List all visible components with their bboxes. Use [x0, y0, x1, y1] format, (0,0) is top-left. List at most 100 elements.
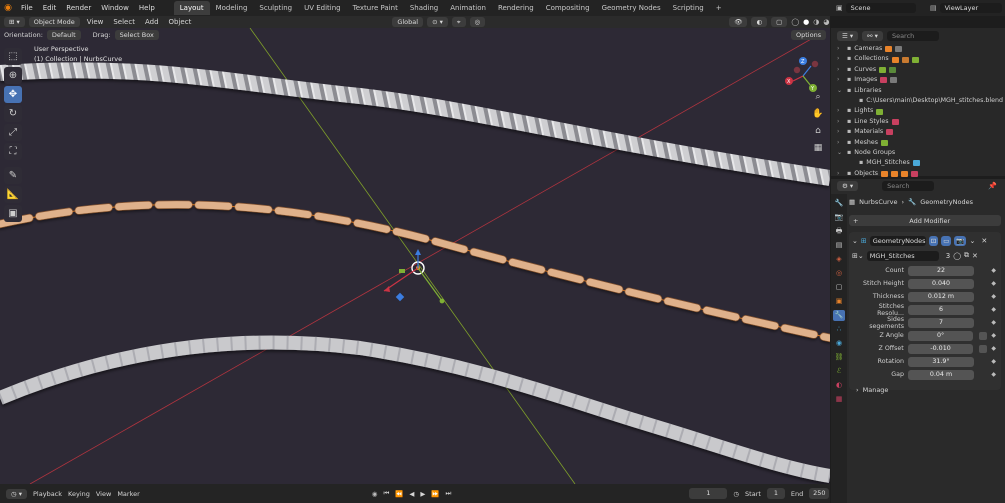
constraints-tab-icon[interactable]: ⛓: [833, 352, 845, 363]
tab-uv-editing[interactable]: UV Editing: [298, 1, 347, 15]
datablock-icon[interactable]: [901, 56, 909, 63]
expand-chevron-right-icon[interactable]: ›: [837, 106, 844, 116]
jump-end-icon[interactable]: ⏭: [446, 489, 452, 498]
keyframe-dot-icon[interactable]: ◆: [991, 358, 996, 365]
outliner-editor-icon[interactable]: ☰ ▾: [837, 31, 859, 41]
datablock-icon[interactable]: [901, 170, 909, 177]
navigation-gizmo[interactable]: Z X Y: [785, 57, 819, 92]
end-frame-field[interactable]: 250: [809, 488, 830, 499]
outliner-row[interactable]: › ▪ Curves: [831, 65, 1005, 75]
outliner-row[interactable]: ▪ MGH_Stitches: [831, 158, 1005, 168]
expand-chevron-right-icon[interactable]: ›: [837, 54, 844, 64]
output-tab-icon[interactable]: 🖶: [833, 226, 845, 237]
editor-type-dropdown[interactable]: ⊞ ▾: [4, 17, 25, 27]
play-icon[interactable]: ▶: [420, 490, 425, 498]
input-value-field[interactable]: 31.9°: [908, 356, 974, 367]
object-tab-icon[interactable]: ▣: [833, 296, 845, 307]
keyframe-dot-icon[interactable]: ◆: [991, 293, 996, 300]
transform-orientation-dropdown[interactable]: Global: [392, 17, 424, 27]
render-tab-icon[interactable]: 📷: [833, 212, 845, 223]
datablock-icon[interactable]: [891, 118, 899, 125]
datablock-icon[interactable]: [911, 170, 919, 177]
expand-chevron-right-icon[interactable]: ›: [837, 75, 844, 85]
tab-layout[interactable]: Layout: [173, 1, 210, 15]
marker-menu[interactable]: Marker: [117, 490, 139, 498]
3d-viewport[interactable]: Z X Y Orientation: Default Drag: Select …: [0, 28, 830, 484]
tab-modeling[interactable]: Modeling: [210, 1, 254, 15]
shading-rendered-icon[interactable]: ◕: [823, 18, 829, 26]
expand-chevron-right-icon[interactable]: ›: [837, 44, 844, 54]
playback-menu[interactable]: Playback: [33, 490, 62, 498]
collapse-chevron-icon[interactable]: ⌄: [852, 237, 858, 245]
add-modifier-button[interactable]: + Add Modifier: [849, 215, 1001, 226]
collection-tab-icon[interactable]: ▢: [833, 282, 845, 293]
view-layer-tab-icon[interactable]: ▤: [833, 240, 845, 251]
attribute-toggle-icon[interactable]: [979, 344, 988, 353]
jump-start-icon[interactable]: ⏮: [383, 489, 389, 498]
input-value-field[interactable]: -0.010: [907, 343, 974, 354]
overlays-toggle[interactable]: ◐: [751, 17, 768, 27]
render-toggle-icon[interactable]: 📷: [954, 235, 967, 246]
shading-wireframe-icon[interactable]: ◯: [791, 18, 799, 26]
datablock-icon[interactable]: [895, 46, 903, 53]
outliner-row[interactable]: ⌄ ▪ Libraries: [831, 86, 1005, 96]
keyframe-dot-icon[interactable]: ◆: [991, 280, 996, 287]
datablock-icon[interactable]: [881, 170, 889, 177]
rotate-tool-icon[interactable]: ↻: [4, 105, 22, 122]
blender-logo-icon[interactable]: ◉: [0, 0, 16, 16]
expand-chevron-right-icon[interactable]: ›: [837, 127, 844, 137]
shading-material-icon[interactable]: ◑: [813, 18, 819, 26]
measure-tool-icon[interactable]: 📐: [4, 186, 22, 203]
pivot-dropdown[interactable]: ⊙ ▾: [427, 17, 448, 27]
keyframe-dot-icon[interactable]: ◆: [991, 371, 996, 378]
zoom-icon[interactable]: ⌕: [815, 92, 820, 102]
modifier-tab-icon[interactable]: 🔧: [833, 310, 845, 321]
tab-scripting[interactable]: Scripting: [667, 1, 710, 15]
add-workspace-icon[interactable]: +: [710, 1, 728, 15]
outliner-row[interactable]: ⌄ ▪ Node Groups: [831, 148, 1005, 158]
datablock-icon[interactable]: [891, 56, 899, 63]
tab-animation[interactable]: Animation: [444, 1, 492, 15]
perspective-toggle-icon[interactable]: ▦: [814, 143, 823, 153]
snap-toggle[interactable]: ⌖: [451, 17, 466, 27]
xray-toggle[interactable]: ▢: [771, 17, 788, 27]
add-cube-tool-icon[interactable]: ▣: [4, 205, 22, 222]
datablock-icon[interactable]: [911, 56, 919, 63]
keying-menu[interactable]: Keying: [68, 490, 90, 498]
input-value-field[interactable]: 6: [908, 304, 974, 315]
prev-key-icon[interactable]: ⏪: [395, 490, 403, 498]
pin-icon[interactable]: 📌: [988, 182, 997, 190]
visibility-icon[interactable]: 👁: [729, 17, 748, 27]
tab-sculpting[interactable]: Sculpting: [253, 1, 298, 15]
orientation-dropdown[interactable]: Default: [46, 30, 81, 40]
data-tab-icon[interactable]: ℰ: [833, 366, 845, 377]
tool-tab-icon[interactable]: 🔧: [833, 198, 845, 209]
datablock-icon[interactable]: [889, 66, 897, 73]
modifier-dropdown-icon[interactable]: ⌄: [969, 237, 975, 245]
menu-window[interactable]: Window: [96, 0, 134, 16]
keyframe-dot-icon[interactable]: ◆: [991, 345, 996, 352]
menu-file[interactable]: File: [16, 0, 38, 16]
outliner-row[interactable]: › ▪ Lights: [831, 106, 1005, 116]
tab-rendering[interactable]: Rendering: [492, 1, 540, 15]
duplicate-icon[interactable]: ⧉: [964, 251, 969, 260]
outliner-row[interactable]: › ▪ Objects: [831, 169, 1005, 179]
expand-chevron-right-icon[interactable]: ›: [837, 117, 844, 127]
menu-object[interactable]: Object: [166, 18, 195, 26]
menu-view[interactable]: View: [84, 18, 107, 26]
physics-tab-icon[interactable]: ◉: [833, 338, 845, 349]
properties-search-input[interactable]: Search: [882, 180, 935, 191]
particles-tab-icon[interactable]: ∴: [833, 324, 845, 335]
tab-texture-paint[interactable]: Texture Paint: [347, 1, 404, 15]
texture-tab-icon[interactable]: ▦: [833, 394, 845, 405]
input-value-field[interactable]: 0°: [907, 330, 974, 341]
datablock-icon[interactable]: [879, 66, 887, 73]
datablock-icon[interactable]: [891, 170, 899, 177]
menu-help[interactable]: Help: [134, 0, 160, 16]
cursor-tool-icon[interactable]: ⊕: [4, 67, 22, 84]
start-frame-field[interactable]: 1: [766, 488, 785, 499]
input-value-field[interactable]: 7: [908, 317, 974, 328]
menu-edit[interactable]: Edit: [38, 0, 62, 16]
datablock-icon[interactable]: [881, 139, 889, 146]
keyframe-dot-icon[interactable]: ◆: [991, 319, 996, 326]
